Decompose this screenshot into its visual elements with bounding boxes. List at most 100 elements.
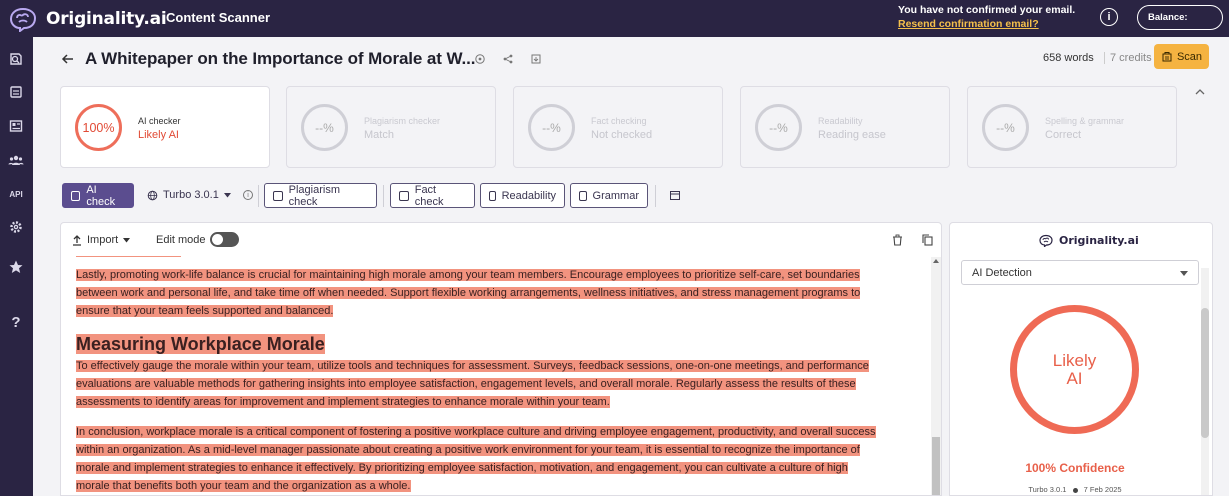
card-label: AI checker: [138, 116, 181, 126]
api-label: API: [9, 189, 23, 199]
scroll-up-arrow-icon[interactable]: [933, 259, 939, 263]
plagiarism-score-ring: --%: [301, 104, 348, 151]
settings-icon[interactable]: [8, 219, 24, 235]
document-title: A Whitepaper on the Importance of Morale…: [85, 49, 476, 68]
help-icon[interactable]: ?: [8, 313, 24, 331]
copy-icon[interactable]: [922, 234, 933, 246]
documents-icon[interactable]: [8, 84, 24, 100]
news-icon[interactable]: [8, 118, 24, 134]
card-label: Spelling & grammar: [1045, 116, 1125, 126]
panel-model: Turbo 3.0.1: [1028, 485, 1067, 494]
sidebar: API ?: [0, 37, 33, 496]
grammar-score-ring: --%: [982, 104, 1029, 151]
highlighted-line: morale that benefits both your team and …: [76, 480, 411, 492]
model-info-icon[interactable]: i: [243, 190, 253, 200]
resend-confirmation-link[interactable]: Resend confirmation email?: [898, 17, 1075, 31]
panel-date: 7 Feb 2025: [1083, 485, 1122, 494]
editor-content: Lastly, promoting work-life balance is c…: [76, 250, 926, 495]
brand-logo[interactable]: Originality.ai: [8, 6, 167, 32]
checkbox-icon: [399, 190, 409, 201]
detection-panel: Originality.ai AI Detection Likely AI 10…: [949, 222, 1213, 496]
app-title: Content Scanner: [166, 10, 271, 25]
share-icon[interactable]: [502, 53, 514, 65]
balance-label: Balance:: [1148, 12, 1188, 23]
highlighted-line: evaluations are valuable methods for gat…: [76, 378, 856, 390]
target-icon[interactable]: [474, 53, 486, 65]
model-label: Turbo 3.0.1: [163, 189, 219, 201]
separator-dot: [1072, 487, 1078, 493]
card-label: Fact checking: [591, 116, 647, 126]
text-editor[interactable]: Import Edit mode Lastly, promoting work-…: [60, 222, 942, 496]
info-icon[interactable]: i: [1100, 8, 1118, 26]
ai-check-label: AI check: [86, 183, 116, 208]
ai-result-ring: Likely AI: [1010, 305, 1139, 434]
chevron-down-icon: [1180, 271, 1188, 276]
panel-brand: Originality.ai: [1038, 234, 1139, 247]
card-status: Match: [364, 129, 394, 141]
team-icon[interactable]: [8, 152, 24, 168]
brain-logo-icon: [9, 7, 37, 32]
export-icon[interactable]: [530, 53, 542, 65]
balance-button[interactable]: Balance:: [1137, 5, 1223, 30]
panel-scrollbar[interactable]: [1201, 268, 1209, 495]
readability-button[interactable]: Readability: [480, 183, 565, 208]
grammar-button[interactable]: Grammar: [570, 183, 648, 208]
edit-mode-toggle[interactable]: [210, 232, 239, 247]
ai-check-button[interactable]: AI check: [62, 183, 134, 208]
plagiarism-check-button[interactable]: Plagiarism check: [264, 183, 377, 208]
highlighted-line: Lastly, promoting work-life balance is c…: [76, 269, 860, 281]
result-word: AI: [1066, 368, 1083, 388]
highlighted-line: within an organization. As a mid-level m…: [76, 444, 860, 456]
card-status: Likely AI: [138, 129, 179, 141]
checkbox-icon: [273, 190, 283, 201]
card-readability[interactable]: --% Readability Reading ease: [740, 86, 950, 168]
highlighted-line: In conclusion, workplace morale is a cri…: [76, 426, 876, 438]
checkbox-icon: [489, 190, 496, 201]
highlighted-line: between work and personal life, and take…: [76, 287, 861, 299]
editor-scrollbar[interactable]: [931, 257, 941, 495]
fact-check-button[interactable]: Fact check: [390, 183, 475, 208]
fact-check-label: Fact check: [414, 183, 444, 208]
highlighted-line: ensure that your team feels supported an…: [76, 305, 334, 317]
trash-icon[interactable]: [892, 234, 903, 246]
calendar-icon[interactable]: [669, 189, 681, 201]
caret-down-icon: [123, 237, 131, 242]
card-ai-checker[interactable]: 100% AI checker Likely AI: [60, 86, 270, 168]
scrollbar-thumb[interactable]: [932, 437, 940, 495]
globe-icon: [147, 190, 158, 200]
star-icon[interactable]: [8, 259, 24, 275]
top-bar: Originality.ai Content Scanner You have …: [0, 0, 1229, 37]
section-heading: Measuring Workplace Morale: [76, 333, 926, 355]
scan-label: Scan: [1176, 50, 1203, 63]
model-date-line: Turbo 3.0.1 7 Feb 2025: [950, 485, 1200, 494]
toolbar-divider: [258, 185, 259, 207]
card-plagiarism[interactable]: --% Plagiarism checker Match: [286, 86, 496, 168]
detection-type-select[interactable]: AI Detection: [961, 260, 1199, 285]
card-status: Reading ease: [818, 129, 886, 141]
highlighted-line: morale and implement strategies to enhan…: [76, 462, 848, 474]
readability-label: Readability: [501, 189, 556, 202]
import-button[interactable]: Import: [72, 234, 131, 246]
back-arrow-icon[interactable]: [60, 51, 76, 67]
highlighted-line: To effectively gauge the morale within y…: [76, 360, 869, 372]
help-label: ?: [11, 313, 21, 331]
card-spelling-grammar[interactable]: --% Spelling & grammar Correct: [967, 86, 1177, 168]
panel-scrollbar-thumb[interactable]: [1201, 308, 1209, 438]
edit-mode-label: Edit mode: [156, 234, 206, 246]
api-icon[interactable]: API: [8, 186, 24, 202]
word-count: 658 words: [1043, 52, 1094, 64]
paragraph: In conclusion, workplace morale is a cri…: [76, 423, 926, 495]
chevron-up-icon[interactable]: [1195, 88, 1205, 96]
paragraph: To effectively gauge the morale within y…: [76, 357, 926, 411]
checkbox-icon: [579, 190, 587, 201]
scan-icon[interactable]: [8, 51, 24, 67]
upload-icon: [73, 234, 81, 246]
card-fact-checking[interactable]: --% Fact checking Not checked: [513, 86, 723, 168]
ai-score-ring: 100%: [75, 104, 122, 151]
checkbox-checked-icon: [71, 190, 81, 201]
scan-button[interactable]: Scan: [1154, 44, 1209, 69]
model-select[interactable]: Turbo 3.0.1: [147, 189, 231, 201]
credit-count: 7 credits: [1104, 52, 1152, 64]
toolbar-divider: [655, 185, 656, 207]
paragraph: Lastly, promoting work-life balance is c…: [76, 266, 926, 320]
